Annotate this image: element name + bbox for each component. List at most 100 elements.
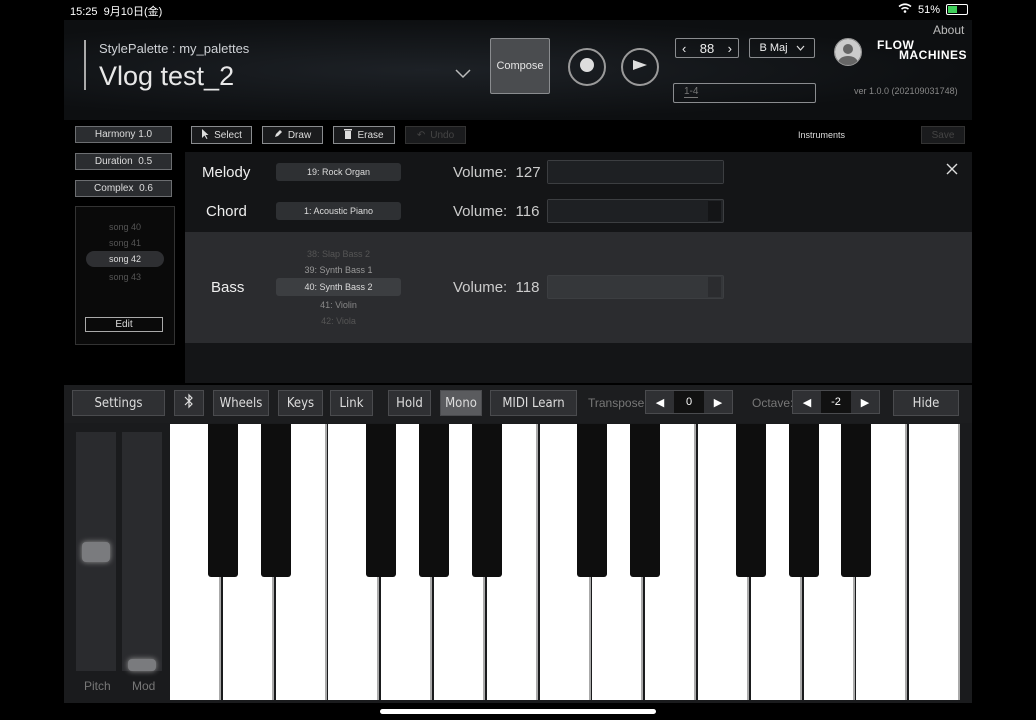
complex-button[interactable]: Complex 0.6 [75, 180, 172, 197]
volume-label: Volume: 127 [453, 164, 541, 181]
bluetooth-icon [184, 393, 194, 413]
pitch-thumb[interactable] [82, 542, 110, 562]
chevron-left-icon[interactable]: ‹ [682, 41, 686, 56]
tempo-stepper[interactable]: ‹ 88 › [675, 38, 739, 58]
tempo-value: 88 [699, 40, 715, 56]
hold-button[interactable]: Hold [388, 390, 431, 416]
instruments-tab[interactable]: Instruments [798, 130, 845, 140]
record-button[interactable] [568, 48, 606, 86]
bluetooth-button[interactable] [174, 390, 204, 416]
edit-button[interactable]: Edit [85, 317, 163, 332]
volume-label: Volume: 118 [453, 279, 540, 296]
bar-range-input[interactable]: 1-4 [673, 83, 816, 103]
project-title: Vlog test_2 [99, 61, 235, 91]
harmony-button[interactable]: Harmony 1.0 [75, 126, 172, 143]
program-option-selected[interactable]: 40: Synth Bass 2 [276, 278, 401, 296]
transpose-value: 0 [674, 391, 704, 413]
transpose-stepper[interactable]: ◀ 0 ▶ [645, 390, 733, 414]
pitch-label: Pitch [84, 679, 111, 693]
instrument-row-bass: Bass 38: Slap Bass 2 39: Synth Bass 1 40… [185, 232, 972, 343]
status-time: 15:25 9月10日(金) [70, 6, 163, 18]
pitch-wheel[interactable] [76, 432, 116, 671]
record-icon [579, 57, 595, 78]
midi-learn-button[interactable]: MIDI Learn [490, 390, 577, 416]
instrument-panel: Melody 19: Rock Organ Volume: 127 Chord … [185, 152, 972, 383]
about-link[interactable]: About [933, 23, 964, 37]
play-icon [631, 58, 649, 77]
white-key[interactable] [909, 424, 961, 700]
version-label: ver 1.0.0 (2021090317​48) [854, 86, 958, 96]
play-button[interactable] [621, 48, 659, 86]
volume-slider[interactable] [547, 199, 724, 223]
keys-button[interactable]: Keys [278, 390, 323, 416]
close-icon[interactable] [945, 162, 959, 181]
arrow-left-icon[interactable]: ◀ [646, 391, 674, 413]
black-key[interactable] [366, 424, 397, 577]
volume-slider[interactable] [547, 160, 724, 184]
arrow-left-icon[interactable]: ◀ [793, 391, 821, 413]
title-accent-line [84, 40, 86, 90]
draw-button[interactable]: Draw [262, 126, 323, 144]
duration-button[interactable]: Duration 0.5 [75, 153, 172, 170]
black-key[interactable] [841, 424, 872, 577]
program-select[interactable]: 19: Rock Organ [276, 163, 401, 181]
save-button[interactable]: Save [921, 126, 965, 144]
program-select[interactable]: 1: Acoustic Piano [276, 202, 401, 220]
settings-button[interactable]: Settings [72, 390, 165, 416]
instrument-name: Melody [202, 164, 251, 181]
pencil-icon [274, 129, 283, 141]
volume-slider[interactable] [547, 275, 724, 299]
mod-label: Mod [132, 679, 156, 693]
black-key[interactable] [207, 424, 238, 577]
hide-button[interactable]: Hide [893, 390, 959, 416]
program-option[interactable]: 41: Violin [276, 300, 401, 310]
black-key[interactable] [630, 424, 661, 577]
link-button[interactable]: Link [330, 390, 373, 416]
octave-stepper[interactable]: ◀ -2 ▶ [792, 390, 880, 414]
arrow-right-icon[interactable]: ▶ [704, 391, 732, 413]
status-bar: 15:25 9月10日(金) 51% [0, 0, 1036, 18]
compose-button[interactable]: Compose [490, 38, 550, 94]
erase-button[interactable]: Erase [333, 126, 395, 144]
key-select[interactable]: B Maj [749, 38, 815, 58]
octave-label: Octave: [752, 396, 794, 410]
cursor-icon [201, 128, 209, 142]
trash-icon [344, 128, 353, 142]
instrument-row-chord: Chord 1: Acoustic Piano Volume: 116 [185, 192, 972, 230]
instrument-name: Chord [206, 203, 247, 220]
undo-icon: ↶ [416, 129, 426, 141]
black-key[interactable] [577, 424, 608, 577]
program-option[interactable]: 39: Synth Bass 1 [276, 265, 401, 275]
mod-wheel[interactable] [122, 432, 162, 671]
wheels-button[interactable]: Wheels [213, 390, 269, 416]
avatar[interactable] [834, 38, 862, 66]
octave-value: -2 [821, 391, 851, 413]
program-option[interactable]: 42: Viola [276, 316, 401, 326]
undo-button[interactable]: ↶ Undo [405, 126, 466, 144]
battery-percent: 51% [917, 3, 940, 16]
arrow-right-icon[interactable]: ▶ [851, 391, 879, 413]
mono-button[interactable]: Mono [440, 390, 482, 416]
select-button[interactable]: Select [191, 126, 252, 144]
chevron-down-icon [796, 42, 805, 54]
key-value: B Maj [759, 42, 788, 54]
chevron-down-icon[interactable] [455, 66, 471, 80]
instrument-name: Bass [211, 279, 245, 296]
list-item[interactable]: song 41 [86, 235, 164, 251]
black-key[interactable] [419, 424, 449, 577]
black-key[interactable] [260, 424, 291, 577]
status-right: 51% [898, 3, 968, 16]
black-key[interactable] [471, 424, 502, 577]
brand-logo: FLOW MACHINES [877, 38, 968, 62]
home-indicator[interactable] [380, 709, 656, 714]
transpose-label: Transpose: [588, 396, 648, 410]
black-key[interactable] [788, 424, 819, 577]
volume-label: Volume: 116 [453, 203, 540, 220]
mod-thumb[interactable] [128, 659, 156, 671]
list-item-selected[interactable]: song 42 [86, 251, 164, 267]
black-key[interactable] [735, 424, 766, 577]
chevron-right-icon[interactable]: › [728, 41, 732, 56]
program-option[interactable]: 38: Slap Bass 2 [276, 249, 401, 259]
list-item[interactable]: song 40 [86, 219, 164, 235]
list-item[interactable]: song 43 [86, 269, 164, 285]
